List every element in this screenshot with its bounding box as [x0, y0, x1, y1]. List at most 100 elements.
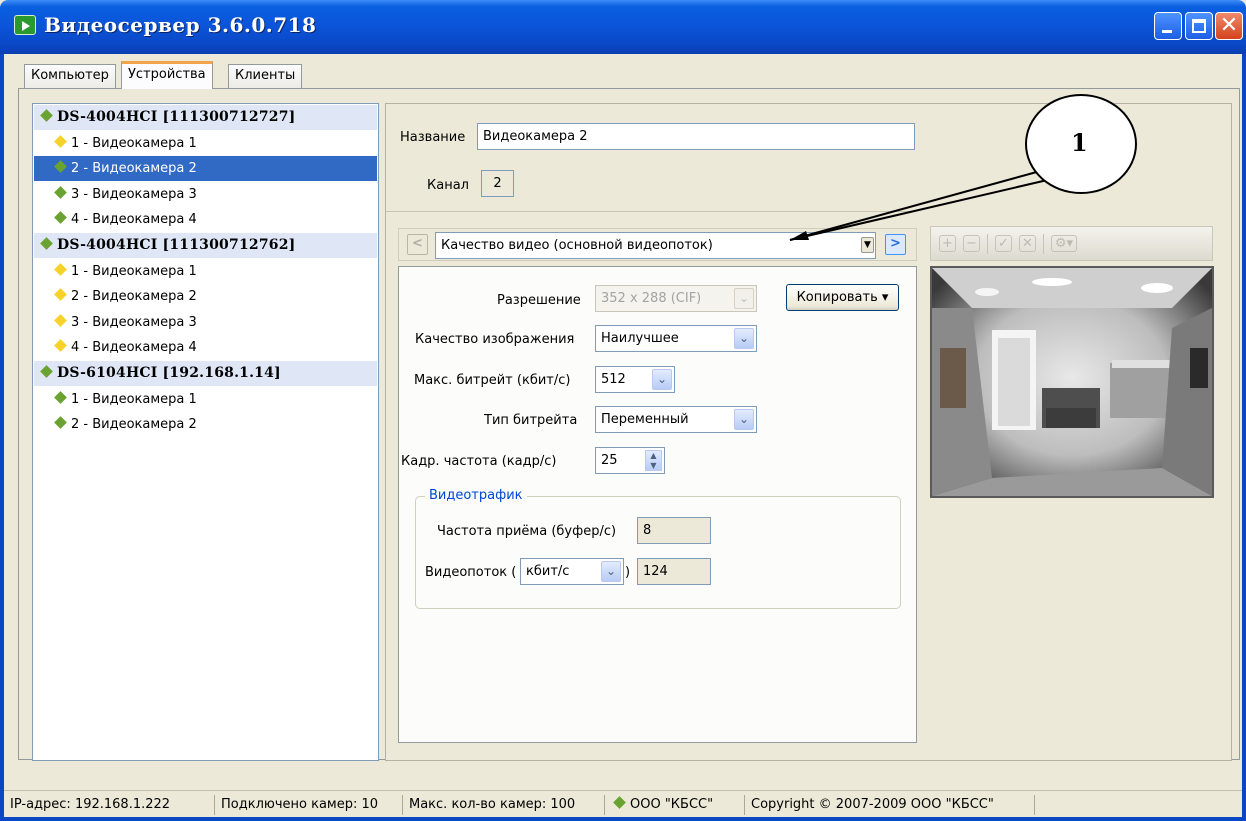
stream-unit-select[interactable]: кбит/с ⌄ — [520, 558, 624, 585]
stepper-arrows-icon[interactable]: ▲ ▼ — [645, 450, 662, 471]
status-diamond-icon — [54, 339, 67, 353]
tab-clients[interactable]: Клиенты — [228, 64, 303, 88]
camera-preview[interactable] — [930, 266, 1214, 498]
camera-name-input[interactable]: Видеокамера 2 — [477, 123, 915, 150]
status-connected: Подключено камер: 10 — [215, 795, 403, 815]
resolution-select: 352 x 288 (CIF) ⌄ — [595, 285, 757, 312]
status-company: ООО "КБСС" — [605, 795, 745, 815]
video-stream-label-close: ) — [625, 565, 631, 580]
status-diamond-icon — [40, 237, 53, 250]
stream-select-value: Качество видео (основной видеопоток) — [441, 238, 713, 253]
preview-toolbar: + − ✓ ✕ ⚙▾ — [930, 226, 1213, 261]
status-diamond-icon — [54, 185, 67, 199]
cancel-icon[interactable]: ✕ — [1019, 235, 1036, 252]
maximize-button[interactable] — [1185, 12, 1213, 40]
quality-select[interactable]: Наилучшее ⌄ — [595, 325, 757, 352]
framerate-label: Кадр. частота (кадр/с) — [401, 454, 557, 469]
status-diamond-icon — [54, 288, 67, 302]
channel-label: Канал — [427, 178, 469, 193]
stream-nav-bar: < Качество видео (основной видеопоток) ▼… — [398, 228, 917, 261]
rx-rate-label: Частота приёма (буфер/с) — [437, 524, 617, 539]
tree-camera[interactable]: 3 - Видеокамера 3 — [34, 182, 377, 207]
tab-computer[interactable]: Компьютер — [24, 64, 116, 88]
tree-device[interactable]: DS-4004HCI [111300712762] — [34, 233, 377, 258]
tree-camera[interactable]: 4 - Видеокамера 4 — [34, 335, 377, 360]
settings-icon[interactable]: ⚙▾ — [1051, 235, 1077, 252]
apply-icon[interactable]: ✓ — [995, 235, 1012, 252]
tree-camera[interactable]: 4 - Видеокамера 4 — [34, 207, 377, 232]
status-diamond-icon — [54, 262, 67, 276]
status-diamond-icon — [54, 134, 67, 148]
resolution-value: 352 x 288 (CIF) — [601, 291, 702, 306]
chevron-down-icon[interactable]: ⌄ — [601, 561, 621, 582]
framerate-stepper[interactable]: 25 ▲ ▼ — [595, 447, 665, 474]
camera-preview-image — [932, 268, 1212, 496]
tree-camera[interactable]: 1 - Видеокамера 1 — [34, 387, 377, 412]
status-diamond-icon — [54, 160, 67, 174]
status-diamond-icon — [40, 365, 53, 378]
rx-rate-field: 8 — [637, 517, 711, 544]
title-bar[interactable]: Видеосервер 3.6.0.718 ✕ — [0, 0, 1246, 54]
window-title: Видеосервер 3.6.0.718 — [44, 13, 317, 37]
chevron-down-icon[interactable]: ⌄ — [734, 409, 754, 430]
video-traffic-group — [415, 496, 901, 609]
tree-camera[interactable]: 2 - Видеокамера 2 — [34, 284, 377, 309]
next-stream-button[interactable]: > — [885, 234, 906, 255]
bitrate-type-value: Переменный — [601, 412, 689, 427]
bitrate-type-select[interactable]: Переменный ⌄ — [595, 406, 757, 433]
quality-label: Качество изображения — [415, 332, 575, 347]
stream-select[interactable]: Качество видео (основной видеопоток) ▼ — [435, 232, 876, 259]
status-copyright: Copyright © 2007-2009 ООО "КБСС" — [745, 795, 1035, 815]
tree-item-label: 1 - Видеокамера 1 — [71, 135, 197, 151]
copy-button[interactable]: Копировать ▾ — [786, 284, 899, 311]
toolbar-divider — [1043, 234, 1044, 254]
chevron-down-icon: ⌄ — [734, 288, 754, 309]
tree-item-label: 4 - Видеокамера 4 — [71, 340, 197, 356]
video-stream-field: 124 — [637, 558, 711, 585]
tree-device[interactable]: DS-6104HCI [192.168.1.14] — [34, 361, 377, 386]
resolution-label: Разрешение — [497, 293, 581, 308]
channel-field: 2 — [481, 170, 514, 197]
chevron-down-icon[interactable]: ▼ — [861, 237, 874, 253]
add-icon[interactable]: + — [939, 235, 956, 252]
tree-device[interactable]: DS-4004HCI [111300712727] — [34, 105, 377, 130]
video-camera-icon — [14, 15, 36, 35]
tree-item-label: 3 - Видеокамера 3 — [71, 314, 197, 330]
minimize-button[interactable] — [1154, 12, 1182, 40]
bitrate-type-label: Тип битрейта — [484, 413, 578, 428]
bitrate-select[interactable]: 512 ⌄ — [595, 366, 675, 393]
stream-unit-value: кбит/с — [526, 564, 570, 579]
tree-camera[interactable]: 3 - Видеокамера 3 — [34, 310, 377, 335]
callout-number: 1 — [1071, 128, 1088, 157]
device-tree[interactable]: DS-4004HCI [111300712727] 1 - Видеокамера… — [32, 103, 379, 761]
tab-devices[interactable]: Устройства — [121, 61, 213, 89]
chevron-down-icon[interactable]: ⌄ — [652, 369, 672, 390]
remove-icon[interactable]: − — [963, 235, 980, 252]
tree-item-label: 1 - Видеокамера 1 — [71, 391, 197, 407]
tree-item-label: 4 - Видеокамера 4 — [71, 212, 197, 228]
tree-camera[interactable]: 1 - Видеокамера 1 — [34, 259, 377, 284]
status-company-text: ООО "КБСС" — [630, 797, 714, 812]
prev-stream-button[interactable]: < — [407, 234, 428, 255]
name-label: Название — [400, 130, 466, 145]
status-diamond-icon — [40, 109, 53, 122]
status-diamond-icon — [54, 211, 67, 225]
video-traffic-title: Видеотрафик — [425, 488, 527, 503]
divider — [386, 211, 915, 212]
tree-item-label: 2 - Видеокамера 2 — [71, 161, 197, 177]
tree-camera[interactable]: 2 - Видеокамера 2 — [34, 156, 377, 182]
status-diamond-icon — [54, 313, 67, 327]
status-ip: IP-адрес: 192.168.1.222 — [4, 795, 215, 815]
tree-item-label: DS-4004HCI [111300712762] — [57, 237, 296, 253]
tree-camera[interactable]: 2 - Видеокамера 2 — [34, 412, 377, 437]
status-max: Макс. кол-во камер: 100 — [403, 795, 605, 815]
tree-item-label: 3 - Видеокамера 3 — [71, 186, 197, 202]
status-bar: IP-адрес: 192.168.1.222 Подключено камер… — [4, 790, 1242, 817]
framerate-value: 25 — [601, 453, 618, 468]
close-button[interactable]: ✕ — [1215, 12, 1243, 40]
video-stream-label-text: Видеопоток ( — [425, 565, 517, 580]
minimize-icon — [1162, 30, 1172, 33]
video-stream-label: Видеопоток ( — [425, 565, 516, 580]
tree-camera[interactable]: 1 - Видеокамера 1 — [34, 131, 377, 156]
chevron-down-icon[interactable]: ⌄ — [734, 328, 754, 349]
